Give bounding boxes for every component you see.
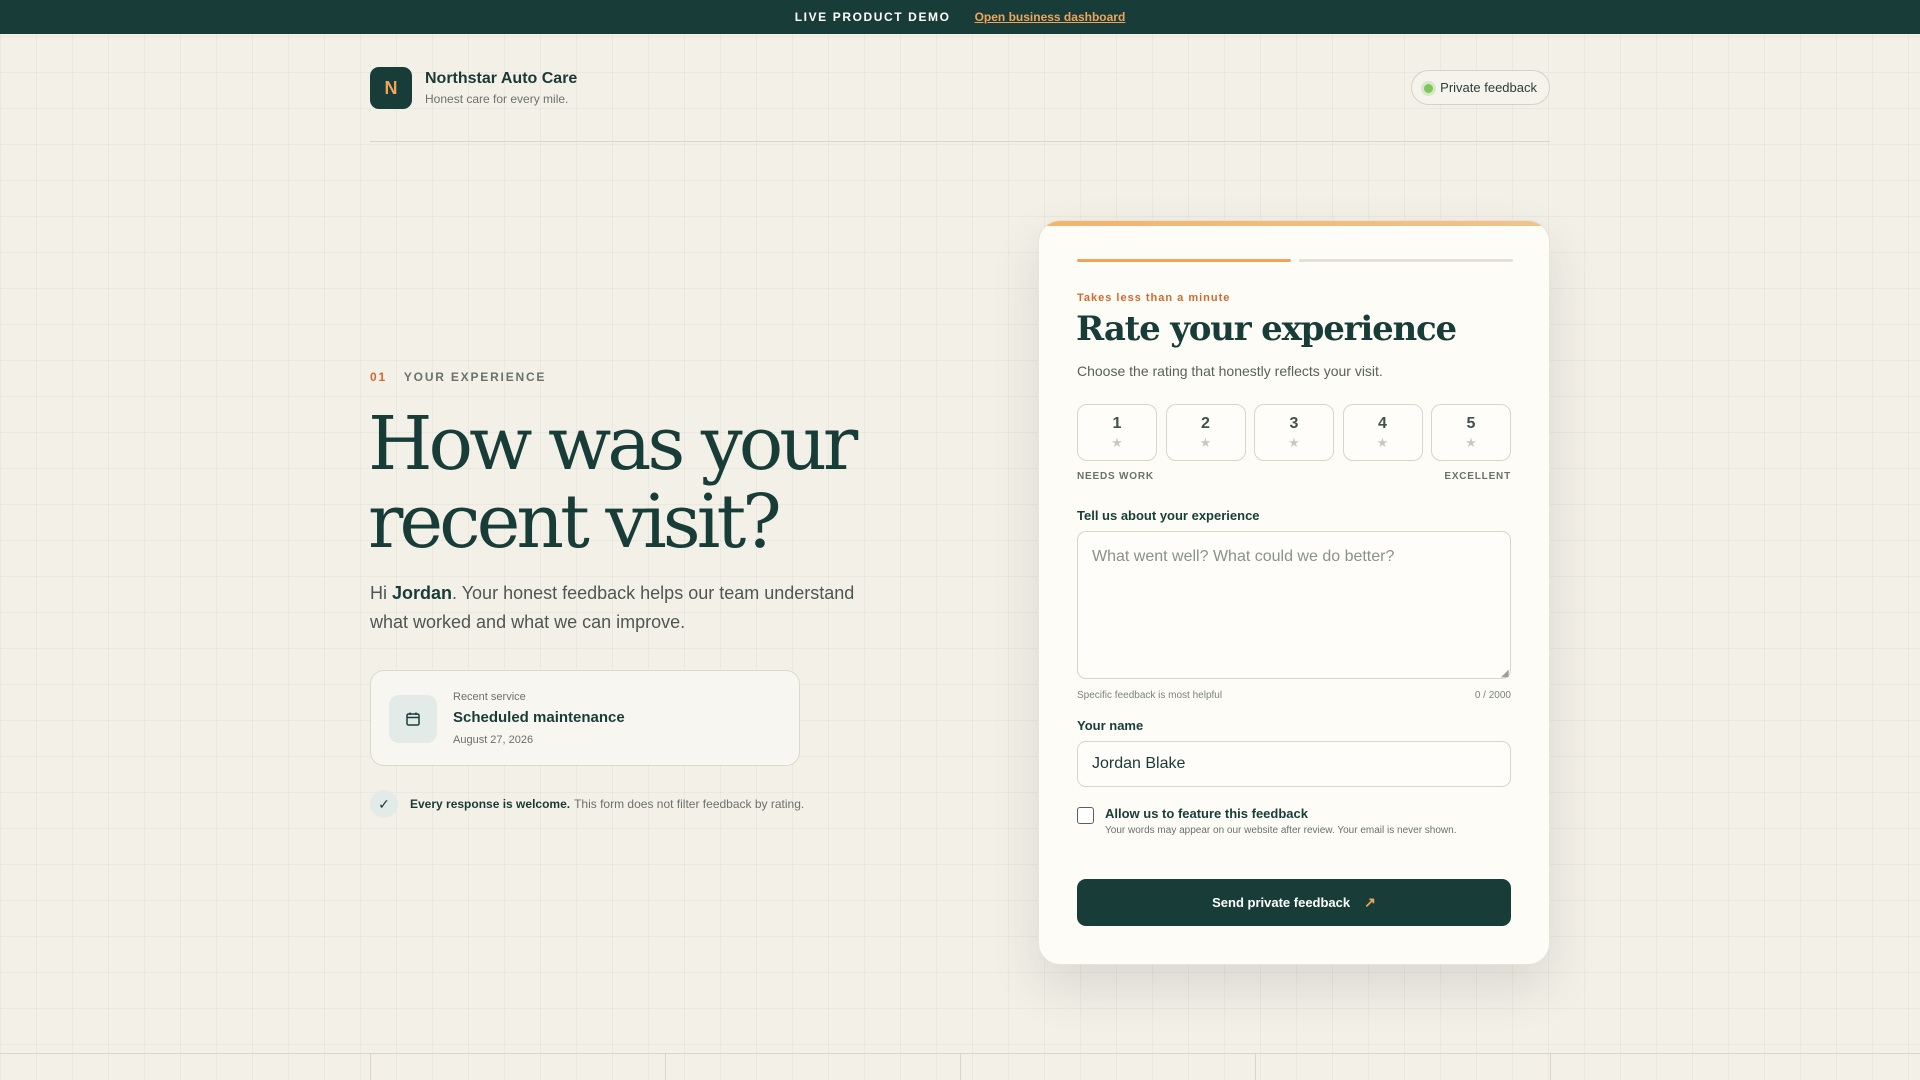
service-date: August 27, 2026 [453, 734, 534, 746]
site-header: N Northstar Auto Care Honest care for ev… [370, 67, 1550, 142]
character-count: 0 / 2000 [1474, 690, 1511, 701]
rating-value: 3 [1289, 414, 1299, 432]
feature-feedback-note: Your words may appear on our website aft… [1105, 825, 1457, 836]
private-feedback-label: Private feedback [1440, 80, 1537, 95]
name-input[interactable] [1077, 741, 1511, 787]
status-dot-icon [1424, 84, 1434, 93]
rating-button-3[interactable]: 3 ★ [1254, 404, 1334, 461]
form-eyebrow: Takes less than a minute [1077, 292, 1231, 304]
feature-feedback-label[interactable]: Allow us to feature this feedback [1105, 806, 1308, 821]
rating-value: 4 [1378, 414, 1387, 432]
rating-low-label: NEEDS WORK [1077, 471, 1154, 482]
form-title: Rate your experience [1076, 309, 1457, 349]
progress-step-2 [1299, 259, 1513, 262]
step-label: YOUR EXPERIENCE [403, 370, 547, 384]
brand-tagline: Honest care for every mile. [425, 92, 569, 106]
footer-divider [960, 1054, 961, 1080]
card-accent-bar [1039, 221, 1549, 226]
welcome-text: This form does not filter feedback by ra… [574, 797, 805, 811]
demo-banner: LIVE PRODUCT DEMO Open business dashboar… [0, 0, 1920, 34]
progress-step-1 [1077, 259, 1291, 262]
intro-greeting: Hi [370, 583, 392, 603]
step-eyebrow: 01 YOUR EXPERIENCE [370, 370, 546, 384]
footer-divider [1255, 1054, 1256, 1080]
check-icon: ✓ [370, 790, 398, 818]
form-subtitle: Choose the rating that honestly reflects… [1077, 363, 1383, 379]
feature-feedback-checkbox[interactable] [1077, 807, 1094, 824]
customer-name: Jordan [392, 583, 453, 603]
star-icon: ★ [1376, 434, 1389, 450]
welcome-bold: Every response is welcome. [410, 797, 571, 811]
rating-value: 5 [1466, 414, 1476, 432]
footer-divider [665, 1054, 666, 1080]
rating-button-2[interactable]: 2 ★ [1165, 404, 1246, 461]
footer-divider [370, 1054, 371, 1080]
brand-logo[interactable]: N [370, 67, 412, 109]
service-name: Scheduled maintenance [453, 709, 625, 726]
intro-text: Hi Jordan. Your honest feedback helps ou… [370, 579, 870, 637]
demo-label: LIVE PRODUCT DEMO [794, 10, 951, 24]
rating-scale: 1 ★ 2 ★ 3 ★ 4 ★ 5 ★ [1077, 404, 1511, 461]
star-icon: ★ [1199, 434, 1212, 450]
recent-service-card: Recent service Scheduled maintenance Aug… [370, 670, 800, 766]
brand-name: Northstar Auto Care [425, 70, 578, 87]
footer-grid-band [0, 1053, 1920, 1080]
rating-value: 2 [1201, 414, 1210, 432]
name-label: Your name [1077, 718, 1144, 733]
send-feedback-label: Send private feedback [1212, 895, 1351, 910]
feedback-form-card: Takes less than a minute Rate your exper… [1038, 220, 1550, 965]
experience-label: Tell us about your experience [1077, 508, 1260, 523]
star-icon: ★ [1465, 434, 1477, 450]
arrow-up-right-icon: ↗ [1364, 894, 1376, 910]
page-title: How was your recent visit? [368, 401, 858, 565]
calendar-icon [389, 695, 437, 743]
open-dashboard-link[interactable]: Open business dashboard [975, 10, 1126, 24]
welcome-note: ✓ Every response is welcome. This form d… [370, 790, 804, 818]
rating-button-4[interactable]: 4 ★ [1342, 404, 1423, 461]
star-icon: ★ [1288, 434, 1300, 450]
resize-handle-icon[interactable]: ◢ [1501, 668, 1509, 679]
experience-textarea[interactable] [1077, 531, 1511, 679]
footer-divider [1550, 1054, 1551, 1080]
rating-button-5[interactable]: 5 ★ [1431, 404, 1511, 461]
experience-hint: Specific feedback is most helpful [1077, 690, 1223, 701]
rating-button-1[interactable]: 1 ★ [1077, 404, 1157, 461]
rating-value: 1 [1112, 414, 1122, 432]
service-label: Recent service [453, 691, 526, 703]
star-icon: ★ [1111, 434, 1123, 450]
private-feedback-badge: Private feedback [1411, 70, 1550, 105]
step-number: 01 [370, 370, 387, 384]
rating-high-label: EXCELLENT [1444, 471, 1511, 482]
send-feedback-button[interactable]: Send private feedback ↗ [1077, 879, 1511, 926]
